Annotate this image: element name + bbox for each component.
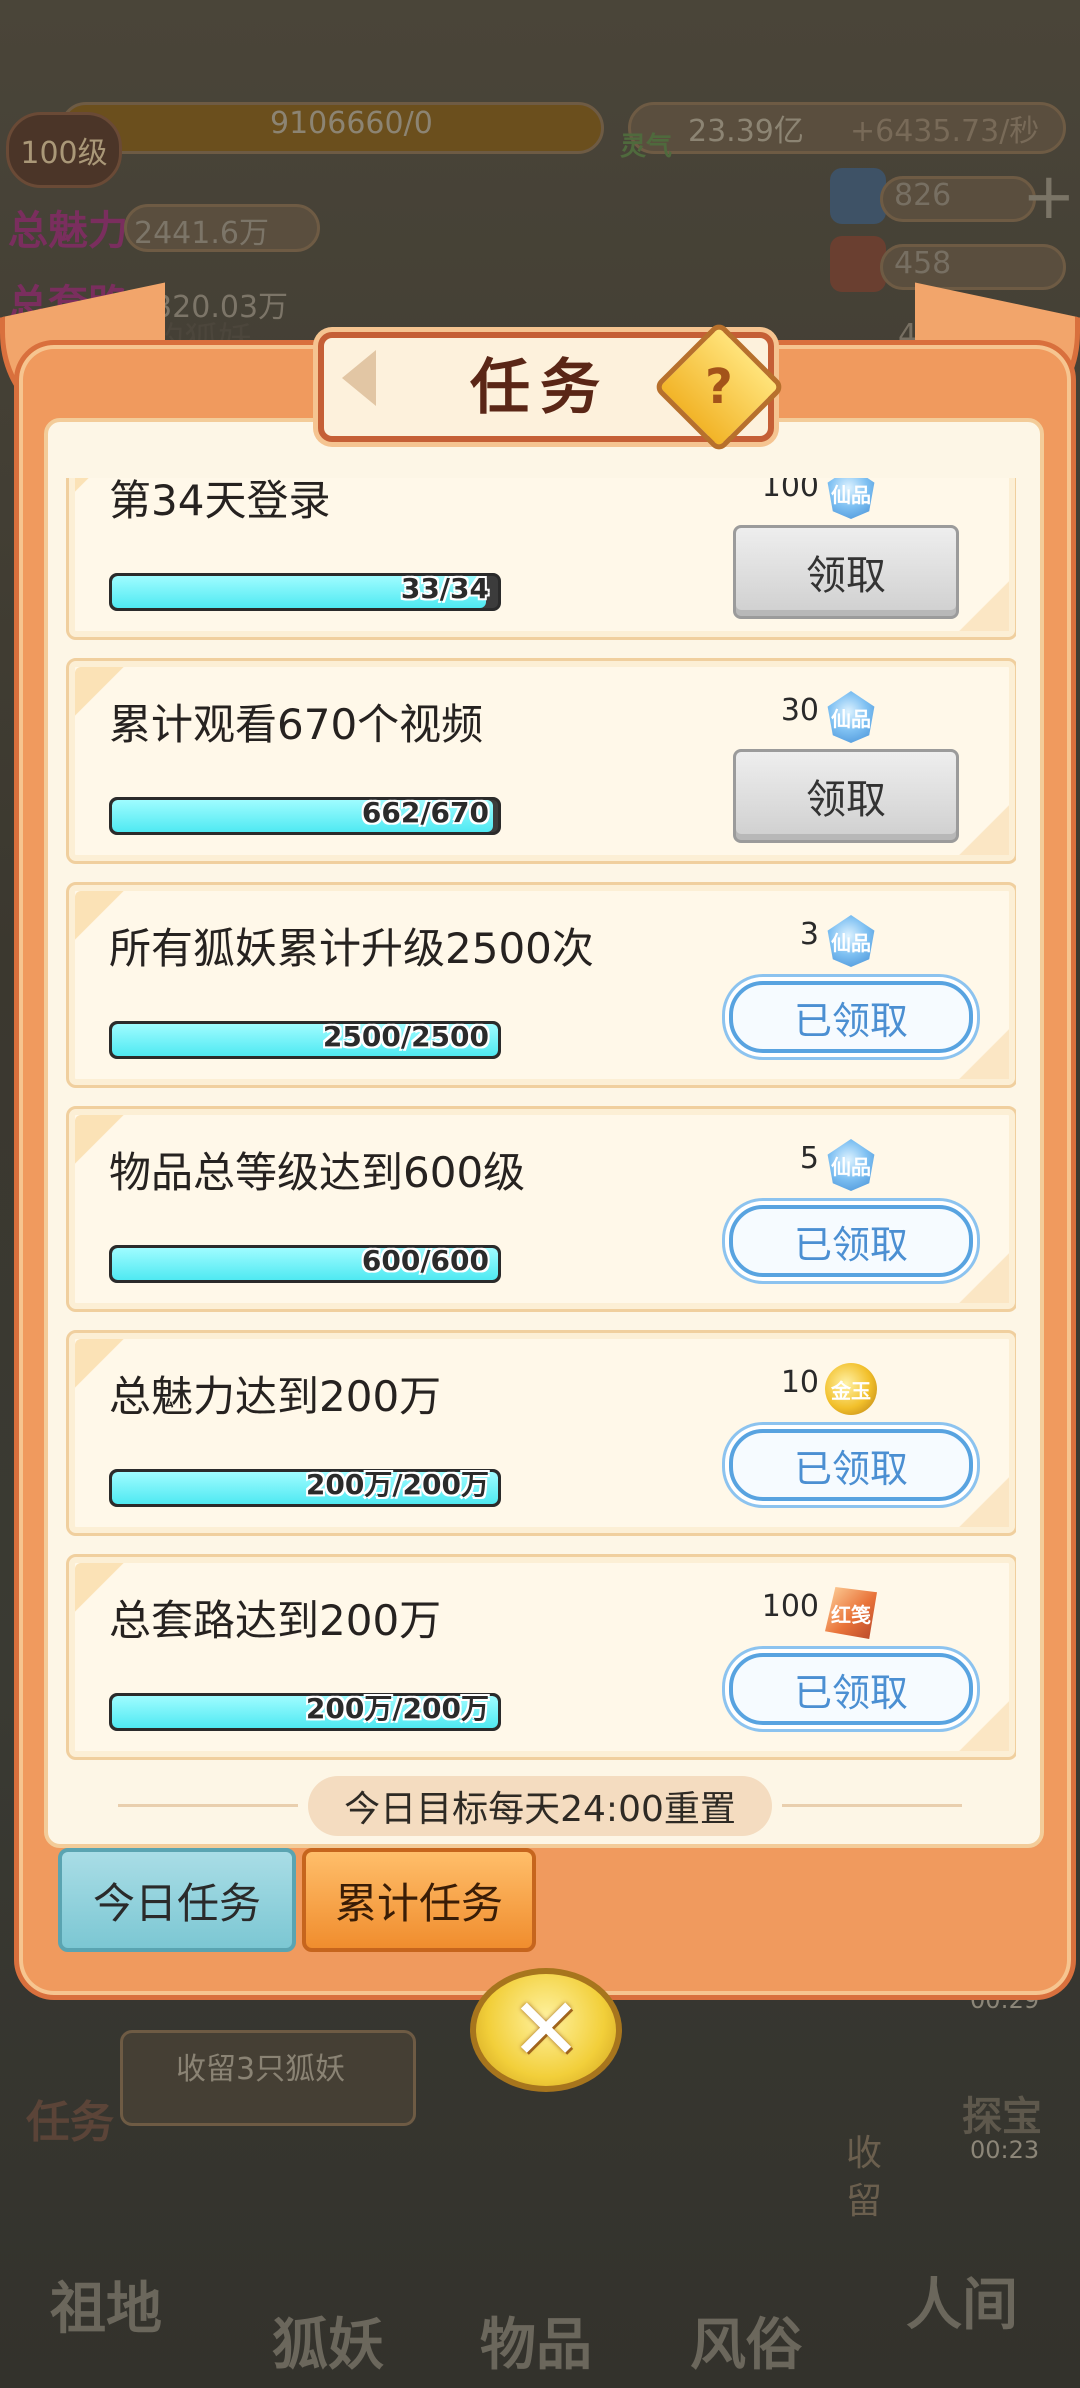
task-card: 总魅力达到200万 10 金玉 200万/200万 已领取	[66, 1330, 1016, 1536]
task-title: 所有狐妖累计升级2500次	[109, 924, 594, 973]
claimed-badge: 已领取	[729, 1653, 973, 1725]
task-card: 所有狐妖累计升级2500次 3 仙品 2500/2500 已领取	[66, 882, 1016, 1088]
nav-fengsu[interactable]: 风俗	[690, 2300, 802, 2381]
task-card: 第34天登录 100 仙品 33/34 领取	[66, 478, 1016, 640]
timer-2: 00:23	[970, 2136, 1040, 2164]
nav-zudi[interactable]: 祖地	[50, 2264, 162, 2345]
level-badge: 100级	[6, 112, 122, 188]
task-card: 总套路达到200万 100 红笺 200万/200万 已领取	[66, 1554, 1016, 1760]
reward-amount: 10	[780, 1365, 819, 1400]
progress-text: 33/34	[400, 572, 489, 605]
claimed-badge: 已领取	[729, 1429, 973, 1501]
question-icon: ?	[705, 359, 733, 415]
hongjian-icon: 红笺	[825, 1587, 877, 1639]
task-reward: 30 仙品	[749, 687, 909, 747]
adopt-text: 收留3只狐妖	[176, 2052, 346, 2087]
spirit-rate: +6435.73/秒	[850, 114, 1040, 149]
task-title: 总套路达到200万	[109, 1596, 442, 1645]
claimed-badge: 已领取	[729, 981, 973, 1053]
claimed-badge: 已领取	[729, 1205, 973, 1277]
task-card: 累计观看670个视频 30 仙品 662/670 领取	[66, 658, 1016, 864]
reset-note: 今日目标每天24:00重置	[308, 1776, 772, 1836]
task-card: 物品总等级达到600级 5 仙品 600/600 已领取	[66, 1106, 1016, 1312]
reward-amount: 30	[780, 693, 819, 728]
claim-button[interactable]: 领取	[733, 749, 959, 843]
modal-title: 任务	[470, 352, 610, 423]
bg-task-label[interactable]: 任务	[26, 2086, 114, 2150]
reward-amount: 100	[761, 1589, 819, 1624]
hongjian-count: 458	[894, 246, 952, 281]
close-icon: ✕	[509, 1980, 583, 2080]
task-title: 累计观看670个视频	[109, 700, 484, 749]
jinyu-icon: 金玉	[825, 1363, 877, 1415]
nav-huyao[interactable]: 狐妖	[272, 2300, 384, 2381]
nav-wupin[interactable]: 物品	[480, 2300, 592, 2381]
progress-text: 600/600	[361, 1244, 489, 1277]
charm-value: 2441.6万	[134, 216, 269, 251]
task-reward: 100 红笺	[749, 1583, 909, 1643]
spirit-label: 灵气	[620, 132, 673, 162]
add-resource-icon[interactable]: +	[1022, 160, 1076, 234]
tab-daily-tasks[interactable]: 今日任务	[58, 1848, 296, 1952]
exp-text: 9106660/0	[270, 106, 433, 141]
reward-amount: 3	[799, 917, 819, 952]
task-reward: 5 仙品	[749, 1135, 909, 1195]
xianpin-icon: 仙品	[827, 691, 875, 743]
reward-amount: 100	[761, 478, 819, 504]
adopt-button[interactable]: 收留	[846, 2130, 886, 2226]
charm-label: 总魅力	[8, 208, 128, 254]
task-reward: 10 金玉	[749, 1359, 909, 1419]
task-title: 物品总等级达到600级	[109, 1148, 526, 1197]
progress-text: 200万/200万	[305, 1692, 489, 1725]
xianpin-icon: 仙品	[827, 1139, 875, 1191]
progress-text: 200万/200万	[305, 1468, 489, 1501]
task-title: 总魅力达到200万	[109, 1372, 442, 1421]
progress-text: 2500/2500	[322, 1020, 489, 1053]
reset-divider-right	[782, 1804, 962, 1807]
task-title: 第34天登录	[109, 478, 331, 525]
close-button[interactable]: ✕	[470, 1968, 622, 2092]
task-reward: 3 仙品	[749, 911, 909, 971]
title-arrow-left-icon	[342, 350, 376, 406]
xianpin-count: 826	[894, 178, 952, 213]
xianpin-icon: 仙品	[827, 915, 875, 967]
xianpin-resource-icon	[830, 168, 886, 224]
tab-cumulative-tasks[interactable]: 累计任务	[302, 1848, 536, 1952]
reward-amount: 5	[799, 1141, 819, 1176]
task-reward: 100 仙品	[749, 478, 909, 523]
treasure-label[interactable]: 探宝	[962, 2084, 1042, 2142]
reset-divider-left	[118, 1804, 298, 1807]
claim-button[interactable]: 领取	[733, 525, 959, 619]
progress-text: 662/670	[361, 796, 489, 829]
nav-renjian[interactable]: 人间	[906, 2260, 1018, 2341]
task-list[interactable]: 第34天登录 100 仙品 33/34 领取 累计观看670个视频 30 仙品 …	[66, 478, 1016, 1766]
spirit-total: 23.39亿	[688, 114, 804, 149]
hongjian-resource-icon	[830, 236, 886, 292]
xianpin-icon: 仙品	[827, 478, 875, 519]
